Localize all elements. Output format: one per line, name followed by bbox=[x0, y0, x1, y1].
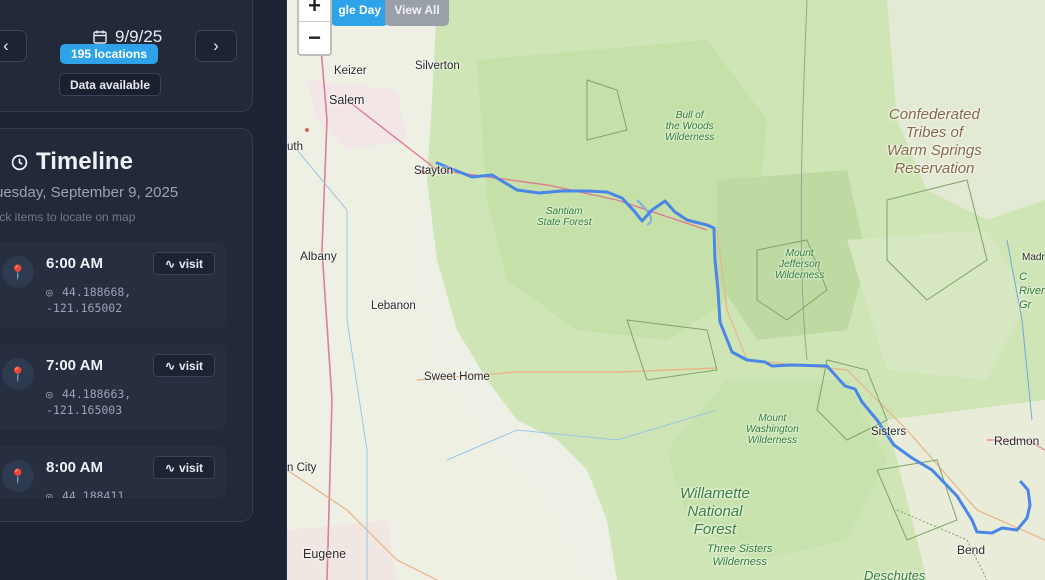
chevron-right-icon: › bbox=[213, 36, 219, 55]
visit-button[interactable]: ∿ visit bbox=[153, 354, 215, 377]
item-latitude: 44.188411 bbox=[62, 489, 125, 498]
timeline-item[interactable]: 📍 7:00 AM ∿ visit ◎ 44.188663, -121.165003 bbox=[0, 344, 226, 430]
calendar-icon bbox=[93, 30, 107, 44]
data-status-badge: Data available bbox=[59, 73, 161, 96]
map-label-crooked-river-grassland: C River Gr bbox=[1019, 271, 1045, 311]
map-label-lebanon: Lebanon bbox=[371, 300, 416, 312]
map-pin-icon: 📍 bbox=[2, 256, 34, 288]
map-label-mount-jefferson-wilderness: Mount Jefferson Wilderness bbox=[775, 248, 825, 281]
timeline-title: Timeline bbox=[36, 148, 133, 175]
timeline-hint: lick items to locate on map bbox=[0, 210, 136, 224]
map-label-keizer: Keizer bbox=[334, 65, 367, 77]
item-longitude: -121.165003 bbox=[46, 403, 123, 417]
map-label-bull-of-the-woods: Bull of the Woods Wilderness bbox=[665, 110, 715, 143]
map-label-mount-washington-wilderness: Mount Washington Wilderness bbox=[746, 413, 799, 446]
visit-button[interactable]: ∿ visit bbox=[153, 456, 215, 479]
map-label-warm-springs-reservation: Confederated Tribes of Warm Springs Reserva… bbox=[887, 106, 982, 177]
item-latitude: 44.188663, bbox=[62, 387, 132, 401]
map-pin-icon: 📍 bbox=[2, 358, 34, 390]
map-label-sisters: Sisters bbox=[871, 426, 907, 438]
activity-icon: ∿ bbox=[164, 256, 176, 271]
map-label-uth: uth bbox=[287, 141, 303, 153]
clock-icon bbox=[11, 154, 28, 170]
map-label-salem: Salem bbox=[329, 93, 365, 107]
sidebar: 9/9/25 ‹ 195 locations › Data available … bbox=[0, 0, 287, 580]
timeline-item[interactable]: 📍 8:00 AM ∿ visit ◎ 44.188411 bbox=[0, 446, 226, 498]
visit-button[interactable]: ∿ visit bbox=[153, 252, 215, 275]
item-coordinates: ◎ 44.188663, -121.165003 bbox=[46, 386, 131, 418]
map-label-redmond: Redmon bbox=[994, 434, 1040, 448]
visit-label: visit bbox=[179, 358, 204, 373]
item-coordinates: ◎ 44.188411 bbox=[46, 488, 124, 498]
map-label-sweet-home: Sweet Home bbox=[424, 371, 490, 383]
location-icon: ◎ bbox=[46, 388, 53, 401]
single-day-button[interactable]: gle Day bbox=[331, 0, 388, 26]
item-longitude: -121.165002 bbox=[46, 301, 123, 315]
visit-label: visit bbox=[179, 460, 204, 475]
timeline-item[interactable]: 📍 6:00 AM ∿ visit ◎ 44.188668, -121.165002 bbox=[0, 242, 226, 328]
zoom-out-button[interactable]: − bbox=[299, 22, 330, 53]
map-label-silverton: Silverton bbox=[415, 60, 460, 72]
item-latitude: 44.188668, bbox=[62, 285, 132, 299]
map-label-madras: Madr bbox=[1022, 252, 1045, 263]
timeline-header: Timeline bbox=[11, 148, 133, 176]
activity-icon: ∿ bbox=[164, 460, 176, 475]
map-label-three-sisters-wilderness: Three Sisters Wilderness bbox=[707, 543, 773, 568]
timeline-date: uesday, September 9, 2025 bbox=[0, 184, 179, 201]
map-label-bend: Bend bbox=[957, 543, 986, 557]
map-view[interactable]: Keizer Silverton Salem uth Stayton Alban… bbox=[287, 0, 1045, 580]
map-label-n-city: n City bbox=[287, 462, 317, 474]
item-time: 8:00 AM bbox=[46, 459, 103, 476]
date-card: 9/9/25 ‹ 195 locations › Data available bbox=[0, 0, 253, 112]
map-label-willamette-national-forest: Willamette National Forest bbox=[680, 485, 750, 538]
location-icon: ◎ bbox=[46, 286, 53, 299]
map-label-stayton: Stayton bbox=[414, 165, 453, 177]
zoom-in-button[interactable]: + bbox=[299, 0, 330, 22]
location-icon: ◎ bbox=[46, 490, 53, 498]
activity-icon: ∿ bbox=[164, 358, 176, 373]
locations-count-badge: 195 locations bbox=[60, 44, 158, 64]
zoom-control: + − bbox=[297, 0, 332, 56]
item-time: 6:00 AM bbox=[46, 255, 103, 272]
chevron-left-icon: ‹ bbox=[3, 36, 9, 55]
map-label-deschutes: Deschutes bbox=[864, 568, 926, 580]
map-tiles bbox=[287, 0, 1045, 580]
next-day-button[interactable]: › bbox=[195, 30, 237, 62]
previous-day-button[interactable]: ‹ bbox=[0, 30, 27, 62]
map-pin-icon: 📍 bbox=[2, 460, 34, 492]
item-coordinates: ◎ 44.188668, -121.165002 bbox=[46, 284, 131, 316]
item-time: 7:00 AM bbox=[46, 357, 103, 374]
map-label-albany: Albany bbox=[300, 249, 337, 263]
view-all-button[interactable]: View All bbox=[385, 0, 449, 26]
visit-label: visit bbox=[179, 256, 204, 271]
map-label-santiam-state-forest: Santiam State Forest bbox=[537, 206, 592, 228]
map-label-eugene: Eugene bbox=[303, 547, 347, 561]
